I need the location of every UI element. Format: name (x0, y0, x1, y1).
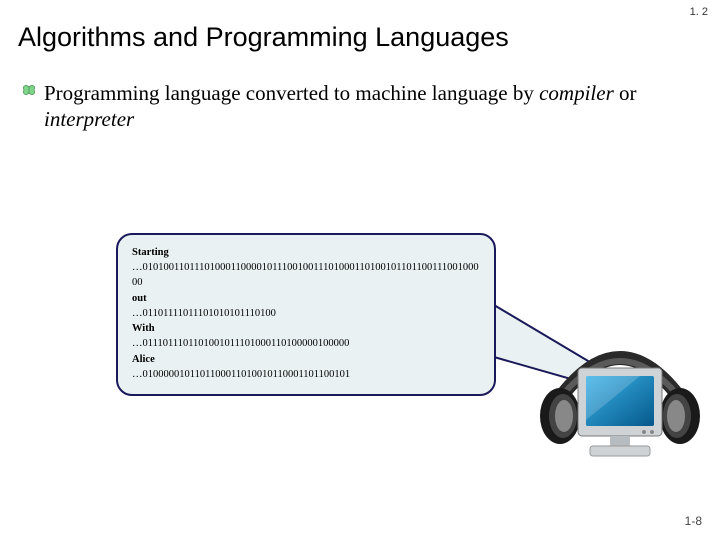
bullet-compiler: compiler (539, 81, 614, 105)
bullet-text-pre: Programming language converted to machin… (44, 81, 539, 105)
bullet-or: or (614, 81, 637, 105)
callout-box: Starting …010100110111010001100001011100… (116, 233, 496, 396)
slide-number: 1-8 (685, 514, 702, 528)
callout-label-with: With (132, 321, 480, 336)
callout-label-alice: Alice (132, 352, 480, 367)
callout-binary-3: …011101110110100101110100011010000010000… (132, 336, 480, 351)
slide-title: Algorithms and Programming Languages (18, 22, 509, 53)
speech-callout: Starting …010100110111010001100001011100… (116, 233, 556, 428)
callout-label-out: out (132, 291, 480, 306)
bullet-item: Programming language converted to machin… (22, 80, 664, 133)
callout-binary-4: …010000010110110001101001011000110110010… (132, 367, 480, 382)
computer-headphones-icon (540, 328, 700, 478)
callout-label-starting: Starting (132, 245, 480, 260)
bullet-text: Programming language converted to machin… (44, 80, 664, 133)
callout-binary-1: …010100110111010001100001011100100111010… (132, 260, 480, 290)
callout-binary-2: …01101111011101010101110100 (132, 306, 480, 321)
butterfly-icon (22, 84, 36, 98)
chapter-number: 1. 2 (690, 6, 708, 18)
bullet-interpreter: interpreter (44, 107, 134, 131)
